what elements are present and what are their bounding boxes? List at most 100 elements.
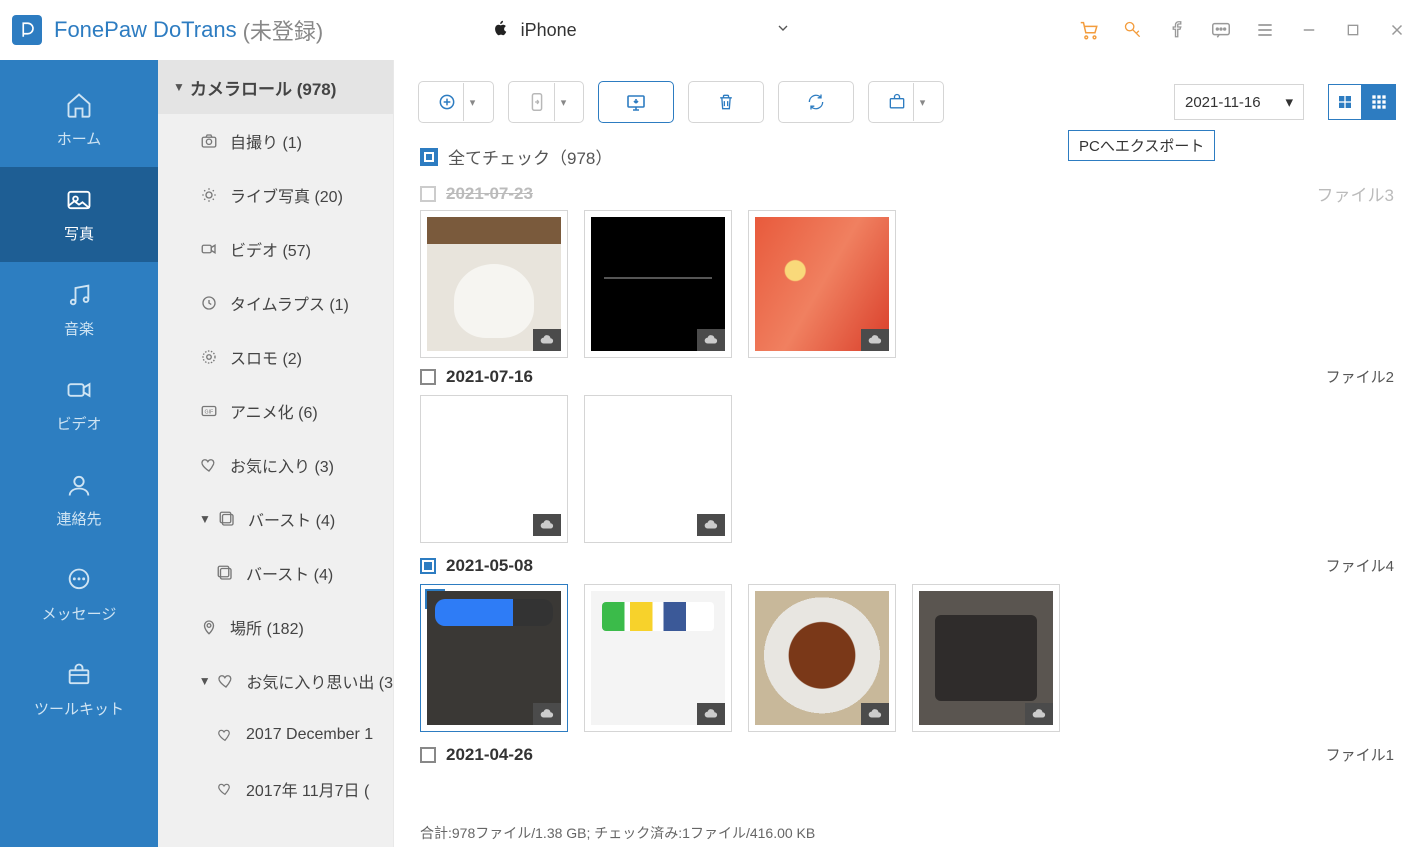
group-date: 2021-07-23: [446, 184, 533, 204]
heart-icon: [214, 727, 236, 743]
contacts-icon: [64, 470, 94, 500]
check-all-checkbox[interactable]: [420, 148, 438, 166]
date-group-head[interactable]: 2021-07-16ファイル2: [420, 366, 1394, 387]
sidebar-item-label: 自撮り (1): [230, 129, 302, 153]
nav-videos[interactable]: ビデオ: [0, 357, 158, 452]
date-group-cutoff: 2021-07-23 ファイル3: [420, 181, 1394, 206]
sidebar-videos[interactable]: ビデオ (57): [158, 222, 393, 276]
sidebar-animated[interactable]: GIFアニメ化 (6): [158, 384, 393, 438]
sidebar-item-label: 場所 (182): [230, 615, 304, 639]
photo-thumb[interactable]: [584, 395, 732, 543]
nav-contacts[interactable]: 連絡先: [0, 452, 158, 547]
sidebar-item-label: 2017年 11月7日 (: [246, 777, 369, 801]
photo-thumb[interactable]: [748, 584, 896, 732]
cloud-icon: [533, 514, 561, 536]
group-checkbox[interactable]: [420, 558, 436, 574]
sidebar-timelapse[interactable]: タイムラプス (1): [158, 276, 393, 330]
group-filecount: ファイル3: [1317, 181, 1394, 206]
key-icon[interactable]: [1122, 19, 1144, 41]
maximize-button[interactable]: [1342, 19, 1364, 41]
refresh-button[interactable]: [778, 81, 854, 123]
photo-thumb[interactable]: [420, 395, 568, 543]
app-name: FonePaw DoTrans: [54, 17, 237, 43]
group-date: 2021-07-16: [446, 367, 533, 387]
dropdown-icon: ▾: [1285, 93, 1293, 111]
group-filecount: ファイル1: [1326, 744, 1394, 765]
sidebar-item-label: バースト (4): [248, 507, 335, 531]
cloud-icon: [1025, 703, 1053, 725]
date-group-head[interactable]: 2021-05-08 ファイル4: [420, 555, 1394, 576]
sidebar-memory-1[interactable]: 2017 December 1: [158, 708, 393, 762]
device-name: iPhone: [521, 20, 775, 41]
sidebar-favorites[interactable]: お気に入り (3): [158, 438, 393, 492]
export-to-pc-button[interactable]: [598, 81, 674, 123]
group-checkbox[interactable]: [420, 369, 436, 385]
nav-home[interactable]: ホーム: [0, 72, 158, 167]
sidebar-burst-head[interactable]: ▼バースト (4): [158, 492, 393, 546]
minimize-button[interactable]: [1298, 19, 1320, 41]
nav-home-label: ホーム: [57, 128, 102, 149]
cloud-icon: [861, 703, 889, 725]
nav-messages[interactable]: メッセージ: [0, 547, 158, 642]
nav-messages-label: メッセージ: [42, 603, 117, 624]
nav-toolkit[interactable]: ツールキット: [0, 642, 158, 737]
sidebar-selfies[interactable]: 自撮り (1): [158, 114, 393, 168]
grid-small-button[interactable]: [1328, 84, 1362, 120]
check-all-row[interactable]: 全てチェック（978）: [394, 144, 1420, 181]
sidebar-places[interactable]: 場所 (182): [158, 600, 393, 654]
music-icon: [64, 280, 94, 310]
group-filecount: ファイル4: [1326, 555, 1394, 576]
nav-music[interactable]: 音楽: [0, 262, 158, 357]
sidebar-fav-memories-head[interactable]: ▼お気に入り思い出 (3: [158, 654, 393, 708]
cart-icon[interactable]: [1078, 19, 1100, 41]
burst-icon: [216, 510, 238, 528]
registration-state: (未登録): [243, 14, 324, 46]
photo-thumb[interactable]: [748, 210, 896, 358]
menu-icon[interactable]: [1254, 19, 1276, 41]
photo-thumb[interactable]: [584, 584, 732, 732]
device-selector[interactable]: iPhone: [491, 13, 791, 47]
nav-music-label: 音楽: [64, 318, 94, 339]
sidebar-burst-sub[interactable]: バースト (4): [158, 546, 393, 600]
facebook-icon[interactable]: [1166, 19, 1188, 41]
sidebar-camera-roll[interactable]: ▼ カメラロール (978): [158, 60, 393, 114]
heart-icon: [215, 672, 236, 690]
photo-thumb[interactable]: [584, 210, 732, 358]
export-to-device-button[interactable]: ▾: [508, 81, 584, 123]
sidebar-live-photos[interactable]: ライブ写真 (20): [158, 168, 393, 222]
sidebar-slomo[interactable]: スロモ (2): [158, 330, 393, 384]
toolbox-button[interactable]: ▾: [868, 81, 944, 123]
content-area: ▾ ▾ ▾ 2021-11-16▾ PCへエクスポート 全てチェック（978） …: [394, 60, 1420, 847]
chevron-down-icon: ▾: [920, 96, 926, 109]
nav-photos[interactable]: 写真: [0, 167, 158, 262]
nav-videos-label: ビデオ: [56, 413, 101, 434]
date-group-head[interactable]: 2021-04-26ファイル1: [420, 744, 1394, 765]
photo-thumb[interactable]: [912, 584, 1060, 732]
sidebar-item-label: ライブ写真 (20): [230, 183, 343, 207]
sidebar-memory-2[interactable]: 2017年 11月7日 (: [158, 762, 393, 816]
photo-thumb[interactable]: ✓: [420, 584, 568, 732]
close-button[interactable]: [1386, 19, 1408, 41]
chevron-down-icon: ▾: [561, 96, 567, 109]
photo-thumb[interactable]: [420, 210, 568, 358]
grid-large-button[interactable]: [1362, 84, 1396, 120]
group-date: 2021-05-08: [446, 556, 533, 576]
photo-gallery[interactable]: 2021-07-23 ファイル3 2021-07-16ファイル2 2021-05…: [394, 181, 1420, 819]
sidebar-item-label: タイムラプス (1): [230, 291, 349, 315]
messages-icon: [64, 565, 94, 595]
sidebar-item-label: アニメ化 (6): [230, 399, 318, 423]
delete-button[interactable]: [688, 81, 764, 123]
app-logo: [12, 15, 42, 45]
group-checkbox[interactable]: [420, 747, 436, 763]
feedback-icon[interactable]: [1210, 19, 1232, 41]
sidebar-item-label: ビデオ (57): [230, 237, 311, 261]
heart-icon: [214, 781, 236, 797]
group-checkbox[interactable]: [420, 186, 436, 202]
home-icon: [64, 90, 94, 120]
videos-icon: [64, 375, 94, 405]
sidebar-head-label: カメラロール (978): [190, 75, 336, 100]
aperture-icon: [198, 348, 220, 366]
window-controls: [1078, 19, 1408, 41]
date-filter[interactable]: 2021-11-16▾: [1174, 84, 1304, 120]
add-button[interactable]: ▾: [418, 81, 494, 123]
